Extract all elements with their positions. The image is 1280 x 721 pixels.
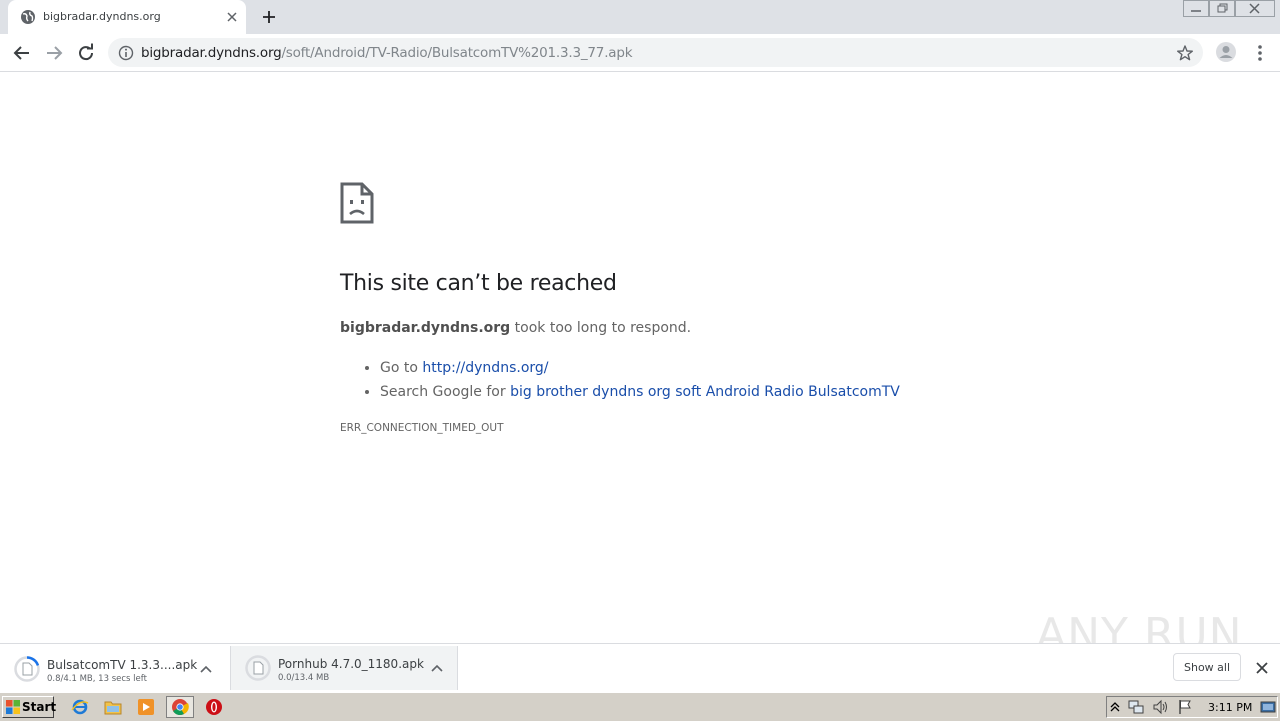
url-host: bigbradar.dyndns.org bbox=[141, 45, 282, 61]
suggestion-prefix: Go to bbox=[380, 360, 423, 376]
new-tab-icon[interactable] bbox=[259, 7, 279, 27]
sad-page-icon bbox=[340, 182, 374, 224]
show-desktop-icon[interactable] bbox=[1259, 698, 1277, 716]
opera-icon[interactable] bbox=[205, 698, 223, 716]
download-name: BulsatcomTV 1.3.3....apk bbox=[47, 658, 198, 672]
suggestion-search: Search Google for big brother dyndns org… bbox=[380, 380, 900, 404]
error-summary-text: took too long to respond. bbox=[510, 320, 692, 336]
tab-title: bigbradar.dyndns.org bbox=[43, 10, 161, 23]
address-bar[interactable]: bigbradar.dyndns.org/soft/Android/TV-Rad… bbox=[108, 38, 1203, 67]
volume-icon[interactable] bbox=[1151, 698, 1169, 716]
show-all-button[interactable]: Show all bbox=[1173, 653, 1241, 681]
error-heading: This site can’t be reached bbox=[340, 271, 617, 296]
url-text[interactable]: bigbradar.dyndns.org/soft/Android/TV-Rad… bbox=[141, 45, 633, 61]
action-center-flag-icon[interactable] bbox=[1176, 698, 1194, 716]
download-item[interactable]: BulsatcomTV 1.3.3....apk 0.8/4.1 MB, 13 … bbox=[0, 647, 226, 689]
chevron-up-icon[interactable] bbox=[429, 660, 445, 676]
start-label: Start bbox=[22, 700, 57, 714]
browser-toolbar: bigbradar.dyndns.org/soft/Android/TV-Rad… bbox=[0, 34, 1280, 72]
restore-icon[interactable] bbox=[1209, 0, 1235, 18]
error-summary: bigbradar.dyndns.org took too long to re… bbox=[340, 320, 691, 336]
minimize-icon[interactable] bbox=[1183, 0, 1209, 18]
clock: 3:11 PM bbox=[1208, 701, 1253, 714]
suggestion-link-search[interactable]: big brother dyndns org soft Android Radi… bbox=[510, 384, 900, 400]
tab-strip: bigbradar.dyndns.org bbox=[0, 0, 1280, 34]
taskbar: Start 3:11 PM bbox=[0, 692, 1280, 721]
download-name: Pornhub 4.7.0_1180.apk bbox=[278, 657, 424, 671]
download-item[interactable]: Pornhub 4.7.0_1180.apk 0.0/13.4 MB bbox=[230, 646, 458, 690]
chrome-taskbar-button[interactable] bbox=[166, 696, 194, 718]
windows-logo-icon bbox=[6, 700, 20, 714]
folder-icon[interactable] bbox=[104, 698, 122, 716]
page-content: This site can’t be reached bigbradar.dyn… bbox=[0, 72, 1280, 660]
url-path: /soft/Android/TV-Radio/BulsatcomTV%201.3… bbox=[281, 45, 633, 61]
error-code: ERR_CONNECTION_TIMED_OUT bbox=[340, 422, 504, 434]
star-icon[interactable] bbox=[1176, 44, 1194, 62]
close-icon[interactable] bbox=[1253, 659, 1271, 677]
kebab-menu-icon[interactable] bbox=[1248, 41, 1272, 65]
suggestion-prefix: Search Google for bbox=[380, 384, 511, 400]
start-button[interactable]: Start bbox=[2, 696, 57, 718]
browser-tab[interactable]: bigbradar.dyndns.org bbox=[8, 0, 246, 34]
tray-expand-icon[interactable] bbox=[1109, 698, 1121, 716]
tab-close-icon[interactable] bbox=[224, 9, 240, 25]
info-icon[interactable] bbox=[118, 45, 134, 61]
globe-icon bbox=[20, 9, 36, 25]
download-status: 0.8/4.1 MB, 13 secs left bbox=[47, 674, 147, 684]
downloading-file-icon bbox=[14, 656, 40, 682]
download-status: 0.0/13.4 MB bbox=[278, 673, 330, 683]
back-icon[interactable] bbox=[10, 41, 34, 65]
internet-explorer-icon[interactable] bbox=[71, 698, 89, 716]
network-icon[interactable] bbox=[1127, 698, 1145, 716]
forward-icon[interactable] bbox=[42, 41, 66, 65]
chevron-up-icon[interactable] bbox=[198, 661, 214, 677]
error-host: bigbradar.dyndns.org bbox=[340, 320, 511, 336]
close-window-icon[interactable] bbox=[1235, 0, 1275, 18]
avatar-icon[interactable] bbox=[1214, 40, 1238, 64]
suggestions-list: Go to http://dyndns.org/ Search Google f… bbox=[340, 356, 900, 404]
suggestion-goto: Go to http://dyndns.org/ bbox=[380, 356, 900, 380]
media-player-icon[interactable] bbox=[137, 698, 155, 716]
reload-icon[interactable] bbox=[74, 41, 98, 65]
download-shelf: BulsatcomTV 1.3.3....apk 0.8/4.1 MB, 13 … bbox=[0, 643, 1280, 692]
downloading-file-icon bbox=[245, 655, 271, 681]
suggestion-link-goto[interactable]: http://dyndns.org/ bbox=[422, 360, 548, 376]
